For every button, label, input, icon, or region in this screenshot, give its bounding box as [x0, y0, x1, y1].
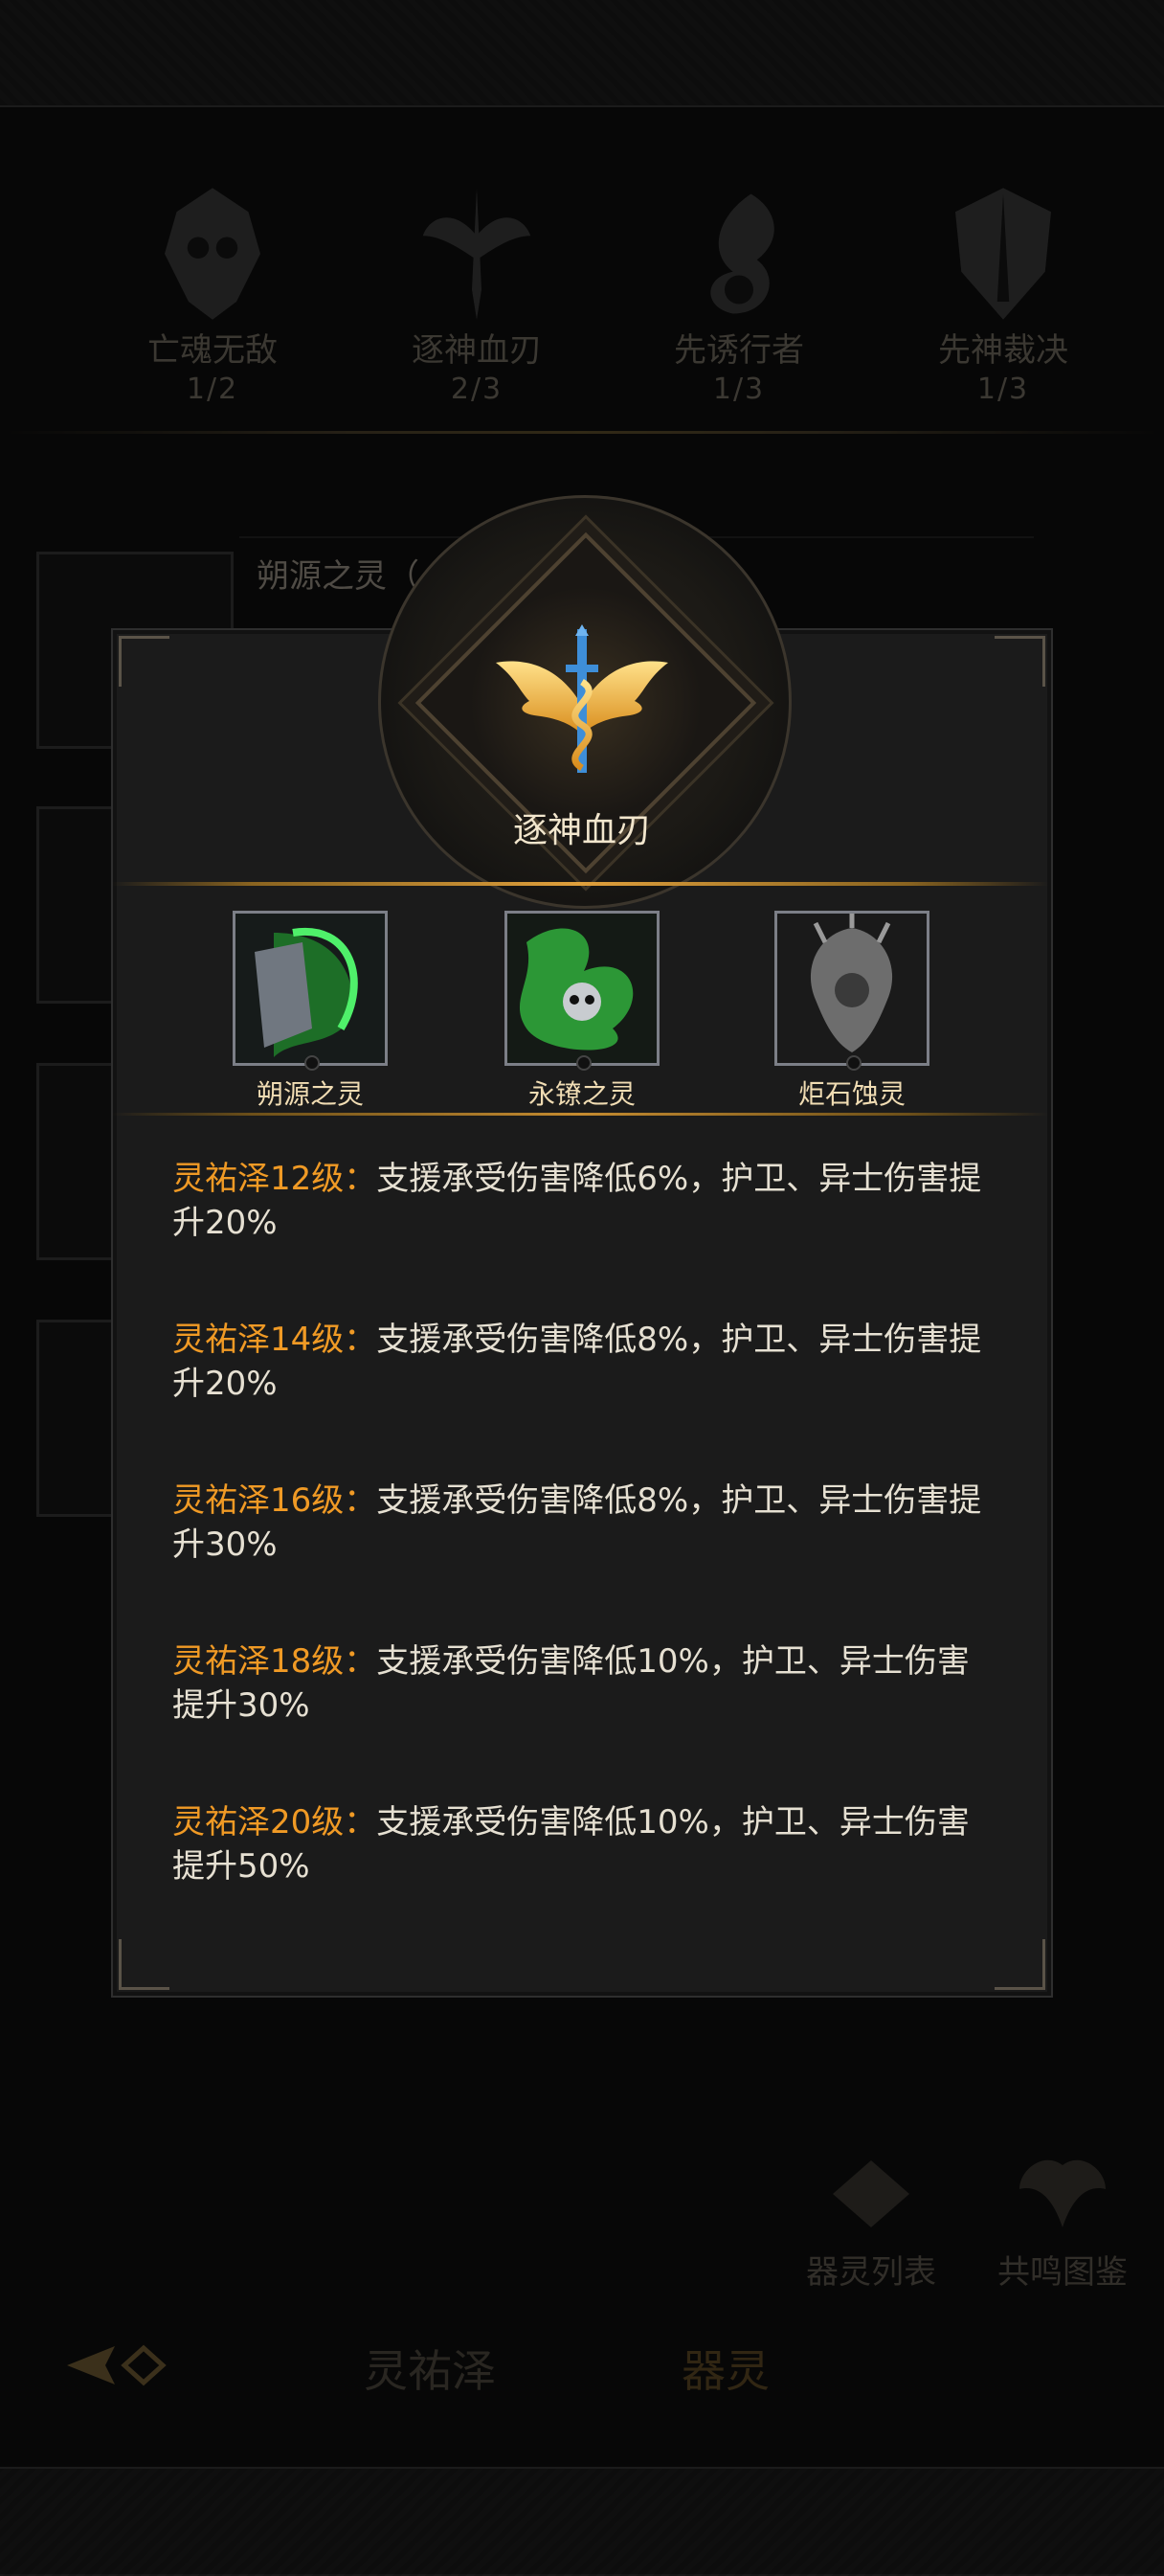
panel-corner — [119, 636, 169, 687]
bonus-level: 灵祐泽20级： — [172, 1803, 377, 1842]
member-card-3[interactable]: 炬石蚀灵 — [756, 911, 948, 1112]
members-divider — [111, 1113, 1049, 1116]
member-name: 炬石蚀灵 — [797, 1078, 906, 1110]
member-status-dot — [846, 1055, 862, 1071]
bonus-level: 灵祐泽12级： — [172, 1160, 377, 1198]
member-card-2[interactable]: 永镣之灵 — [486, 911, 678, 1112]
member-name: 永镣之灵 — [527, 1078, 636, 1110]
stone-spirit-icon — [777, 914, 927, 1063]
bonus-effect-3: 灵祐泽16级：支援承受伤害降低8%，护卫、异士伤害提升30% — [172, 1479, 996, 1567]
bonus-effect-2: 灵祐泽14级：支援承受伤害降低8%，护卫、异士伤害提升20% — [172, 1318, 996, 1406]
member-portrait — [774, 911, 929, 1071]
member-card-1[interactable]: 朔源之灵 — [214, 911, 406, 1112]
bonus-level: 灵祐泽16级： — [172, 1481, 377, 1520]
member-portrait — [233, 911, 388, 1071]
member-status-dot — [576, 1055, 592, 1071]
winged-sword-icon — [496, 624, 668, 773]
bonus-effect-4: 灵祐泽18级：支援承受伤害降低10%，护卫、异士伤害提升30% — [172, 1639, 996, 1728]
bonus-level: 灵祐泽14级： — [172, 1321, 377, 1359]
axe-spirit-icon — [235, 914, 385, 1063]
panel-corner — [995, 1939, 1045, 1990]
member-portrait — [504, 911, 660, 1071]
popup-title: 逐神血刃 — [512, 811, 651, 850]
panel-corner — [995, 636, 1045, 687]
title-divider — [111, 882, 1049, 886]
bonus-effect-5: 灵祐泽20级：支援承受伤害降低10%，护卫、异士伤害提升50% — [172, 1800, 996, 1888]
member-status-dot — [304, 1055, 320, 1071]
member-name: 朔源之灵 — [256, 1078, 364, 1110]
green-wraith-icon — [507, 914, 657, 1063]
bonus-level: 灵祐泽18级： — [172, 1642, 377, 1681]
panel-corner — [119, 1939, 169, 1990]
bonus-effect-1: 灵祐泽12级：支援承受伤害降低6%，护卫、异士伤害提升20% — [172, 1157, 996, 1245]
